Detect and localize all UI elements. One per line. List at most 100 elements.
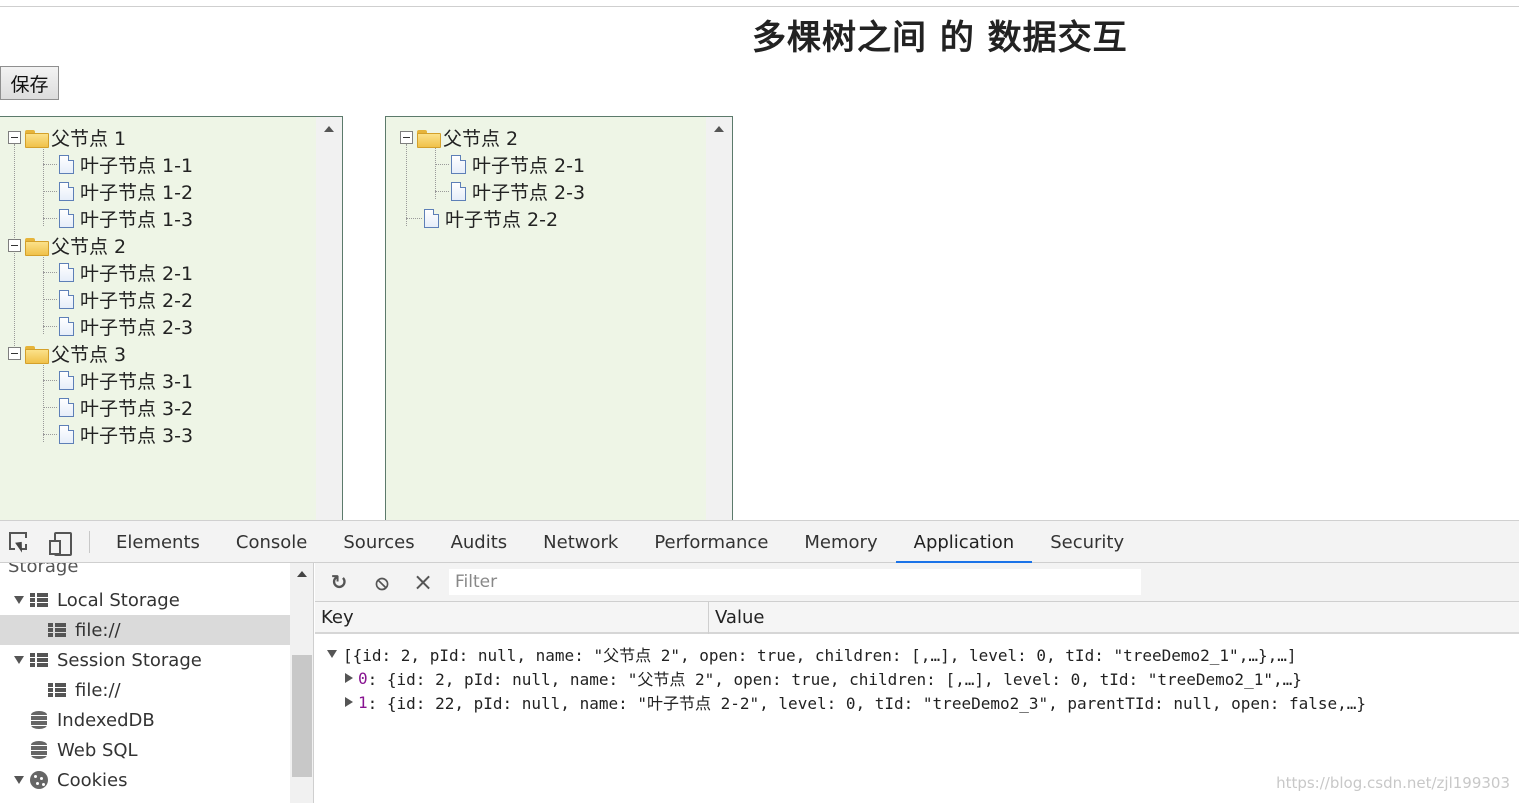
- sidebar-scrollbar[interactable]: [290, 563, 313, 803]
- watermark: https://blog.csdn.net/zjl199303: [1276, 774, 1510, 792]
- tab-memory[interactable]: Memory: [786, 521, 895, 563]
- scroll-up-icon[interactable]: [324, 126, 334, 132]
- tab-application[interactable]: Application: [895, 521, 1033, 563]
- value-item-row[interactable]: 1 : {id: 22, pId: null, name: "叶子节点 2-2"…: [345, 690, 1366, 714]
- tree-node-leaf[interactable]: 叶子节点 2-2: [394, 205, 704, 232]
- file-icon: [59, 182, 74, 201]
- expand-arrow-icon[interactable]: [14, 656, 24, 664]
- node-label: 叶子节点 3-1: [80, 371, 194, 393]
- delete-selected-icon[interactable]: ×: [412, 570, 434, 594]
- tree-node-leaf[interactable]: 叶子节点 3-1: [8, 367, 314, 394]
- sidebar-item-label: Cookies: [57, 769, 128, 791]
- tab-performance[interactable]: Performance: [636, 521, 786, 563]
- storage-view: ↻ ⦸ × Key Value [{id: 2, pId: null, name…: [315, 563, 1519, 803]
- scroll-up-icon[interactable]: [714, 126, 724, 132]
- tree-left-scrollbar[interactable]: [316, 117, 342, 520]
- collapse-icon[interactable]: [8, 131, 21, 144]
- column-divider[interactable]: [708, 602, 709, 634]
- page-title: 多棵树之间 的 数据交互: [752, 18, 1128, 58]
- tab-network[interactable]: Network: [525, 521, 636, 563]
- tree-connector: [43, 326, 57, 327]
- tree-connector: [43, 407, 57, 408]
- value-item-row[interactable]: 0 : {id: 2, pId: null, name: "父节点 2", op…: [345, 666, 1302, 690]
- tree-node-leaf[interactable]: 叶子节点 1-2: [8, 178, 314, 205]
- tree-left: 父节点 1 叶子节点 1-1 叶子节点 1-2 叶子节点 1-3 父节点 2 叶…: [8, 124, 314, 448]
- tree-node-leaf[interactable]: 叶子节点 2-1: [8, 259, 314, 286]
- devtools-panel: Elements Console Sources Audits Network …: [0, 520, 1519, 803]
- node-label: 叶子节点 2-1: [80, 263, 194, 285]
- storage-grid-icon: [30, 592, 48, 608]
- tree-right-scrollbar[interactable]: [706, 117, 732, 520]
- scroll-up-icon[interactable]: [297, 571, 307, 577]
- sidebar-item-session-storage[interactable]: Session Storage: [0, 645, 290, 675]
- collapse-icon[interactable]: [8, 239, 21, 252]
- database-icon: [31, 741, 47, 759]
- tree-node-leaf[interactable]: 叶子节点 2-3: [8, 313, 314, 340]
- tree-connector: [43, 218, 57, 219]
- sidebar-item-indexeddb[interactable]: IndexedDB: [0, 705, 290, 735]
- expand-arrow-icon[interactable]: [14, 596, 24, 604]
- tree-connector: [435, 191, 449, 192]
- tab-elements[interactable]: Elements: [98, 521, 218, 563]
- tree-connector: [43, 299, 57, 300]
- tree-connector: [43, 191, 57, 192]
- folder-open-icon: [417, 129, 441, 148]
- node-label: 叶子节点 2-3: [472, 182, 586, 204]
- tab-sources[interactable]: Sources: [325, 521, 432, 563]
- tree-node-leaf[interactable]: 叶子节点 3-3: [8, 421, 314, 448]
- inspect-element-icon[interactable]: [9, 532, 31, 552]
- node-label: 叶子节点 2-1: [472, 155, 586, 177]
- folder-open-icon: [25, 345, 49, 364]
- tree-node-leaf[interactable]: 叶子节点 1-1: [8, 151, 314, 178]
- tree-node-leaf[interactable]: 叶子节点 2-3: [394, 178, 704, 205]
- devtools-toolbar: Elements Console Sources Audits Network …: [0, 521, 1519, 563]
- node-label: 叶子节点 2-2: [445, 209, 559, 231]
- tree-panel-right[interactable]: 父节点 2 叶子节点 2-1 叶子节点 2-3 叶子节点 2-2: [385, 116, 733, 520]
- node-label: 叶子节点 3-2: [80, 398, 194, 420]
- tree-node-parent[interactable]: 父节点 2: [394, 124, 704, 151]
- sidebar-item-label: Web SQL: [57, 739, 138, 761]
- tree-node-parent[interactable]: 父节点 2: [8, 232, 314, 259]
- column-header-key[interactable]: Key: [321, 607, 354, 628]
- file-icon: [451, 182, 466, 201]
- scrollbar-thumb[interactable]: [292, 655, 312, 777]
- collapsed-arrow-icon[interactable]: [345, 697, 353, 707]
- value-index: 0: [358, 668, 368, 688]
- file-icon: [59, 425, 74, 444]
- sidebar-item-local-file[interactable]: file://: [0, 615, 290, 645]
- application-sidebar: Storage Local Storage file:// Session St…: [0, 563, 314, 803]
- tree-connector: [43, 272, 57, 273]
- tree-node-leaf[interactable]: 叶子节点 1-3: [8, 205, 314, 232]
- sidebar-item-session-file[interactable]: file://: [0, 675, 290, 705]
- value-root-row[interactable]: [{id: 2, pId: null, name: "父节点 2", open:…: [327, 642, 1297, 666]
- filter-input[interactable]: [449, 569, 1141, 595]
- clear-all-icon[interactable]: ⦸: [371, 571, 393, 593]
- collapse-icon[interactable]: [400, 131, 413, 144]
- node-label: 父节点 2: [443, 128, 519, 150]
- tree-connector: [406, 218, 422, 219]
- tab-console[interactable]: Console: [218, 521, 325, 563]
- tree-connector: [43, 164, 57, 165]
- expand-arrow-icon[interactable]: [327, 650, 337, 658]
- tree-panel-left[interactable]: 父节点 1 叶子节点 1-1 叶子节点 1-2 叶子节点 1-3 父节点 2 叶…: [0, 116, 343, 520]
- tab-security[interactable]: Security: [1032, 521, 1142, 563]
- tree-node-parent[interactable]: 父节点 3: [8, 340, 314, 367]
- sidebar-item-cookies[interactable]: Cookies: [0, 765, 290, 795]
- sidebar-item-label: file://: [75, 679, 121, 701]
- column-header-value[interactable]: Value: [715, 607, 764, 628]
- tree-node-parent[interactable]: 父节点 1: [8, 124, 314, 151]
- node-label: 叶子节点 2-3: [80, 317, 194, 339]
- tree-node-leaf[interactable]: 叶子节点 2-2: [8, 286, 314, 313]
- collapse-icon[interactable]: [8, 347, 21, 360]
- save-button[interactable]: 保存: [0, 66, 59, 100]
- tree-node-leaf[interactable]: 叶子节点 2-1: [394, 151, 704, 178]
- sidebar-item-local-storage[interactable]: Local Storage: [0, 585, 290, 615]
- collapsed-arrow-icon[interactable]: [345, 673, 353, 683]
- refresh-icon[interactable]: ↻: [328, 571, 350, 593]
- tree-node-leaf[interactable]: 叶子节点 3-2: [8, 394, 314, 421]
- file-icon: [59, 155, 74, 174]
- expand-arrow-icon[interactable]: [14, 776, 24, 784]
- tab-audits[interactable]: Audits: [433, 521, 526, 563]
- device-toolbar-icon[interactable]: [48, 532, 72, 556]
- sidebar-item-websql[interactable]: Web SQL: [0, 735, 290, 765]
